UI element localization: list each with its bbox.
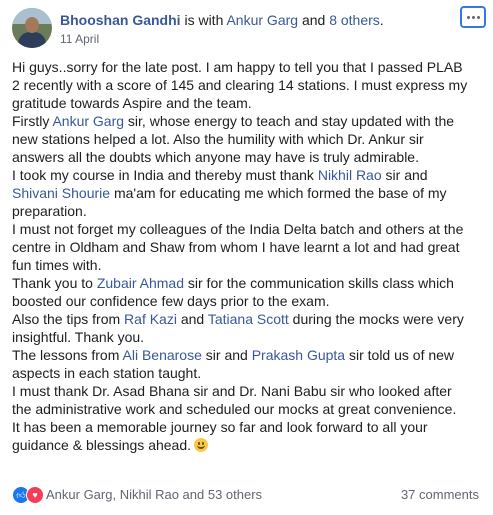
body-line: Firstly Ankur Garg sir, whose energy to … [12,113,455,129]
facebook-post: Bhooshan Gandhi is with Ankur Garg and 8… [0,0,493,515]
body-line: fun times with. [12,257,102,273]
author-name-link[interactable]: Bhooshan Gandhi [60,12,181,28]
post-footer: 👍︎ ♥ Ankur Garg, Nikhil Rao and 53 other… [12,484,481,504]
body-line: It has been a memorable journey so far a… [12,419,428,435]
header-text: Bhooshan Gandhi is with Ankur Garg and 8… [60,11,384,46]
body-line: Thank you to Zubair Ahmad sir for the co… [12,275,454,291]
post-date-link[interactable]: 11 April [60,32,384,46]
body-line: Hi guys..sorry for the late post. I am h… [12,59,463,75]
body-line: answers all the doubts which anyone may … [12,149,419,165]
body-line: The lessons from Ali Benarose sir and Pr… [12,347,455,363]
body-line: insightful. Thank you. [12,329,145,345]
mention-link[interactable]: Ali Benarose [123,347,202,363]
period-text: . [379,12,384,28]
reaction-icons[interactable]: 👍︎ ♥ [12,486,44,504]
more-options-button[interactable] [460,6,486,28]
tagged-others-link[interactable]: 8 others [329,12,380,28]
mention-link[interactable]: Raf Kazi [124,311,177,327]
post-header: Bhooshan Gandhi is with Ankur Garg and 8… [12,6,486,50]
body-line: preparation. [12,203,87,219]
is-with-text: is with [180,12,227,28]
mention-link[interactable]: Tatiana Scott [208,311,289,327]
body-line: I must thank Dr. Asad Bhana sir and Dr. … [12,383,452,399]
body-line: gratitude towards Aspire and the team. [12,95,252,111]
body-line: aspects in each station taught. [12,365,202,381]
tagged-user-link[interactable]: Ankur Garg [226,12,298,28]
body-line: Shivani Shourie ma'am for educating me w… [12,185,447,201]
reactors-link[interactable]: Ankur Garg, Nikhil Rao and 53 others [46,487,262,502]
body-line: I must not forget my colleagues of the I… [12,221,464,237]
body-line: Also the tips from Raf Kazi and Tatiana … [12,311,464,327]
more-options-icon [466,15,470,19]
body-line: I took my course in India and thereby mu… [12,167,428,183]
post-body: Hi guys..sorry for the late post. I am h… [12,58,492,454]
and-text: and [298,12,330,28]
mention-link[interactable]: Nikhil Rao [318,167,382,183]
body-line: new stations helped a lot. Also the humi… [12,131,424,147]
comments-count-link[interactable]: 37 comments [401,487,479,502]
author-avatar[interactable] [12,8,52,48]
love-reaction-icon: ♥ [26,486,44,504]
mention-link[interactable]: Zubair Ahmad [97,275,184,291]
smiley-emoji-icon [194,438,209,452]
body-line: boosted our confidence few days prior to… [12,293,330,309]
body-line: guidance & blessings ahead. [12,436,492,454]
post-attribution: Bhooshan Gandhi is with Ankur Garg and 8… [60,11,384,29]
body-line: the administrative work and scheduled ou… [12,401,457,417]
mention-link[interactable]: Ankur Garg [52,113,124,129]
body-line: centre in Oldham and Shaw from whom I ha… [12,239,460,255]
mention-link[interactable]: Prakash Gupta [252,347,345,363]
body-line: 2 recently with a score of 145 and clear… [12,77,468,93]
mention-link[interactable]: Shivani Shourie [12,185,110,201]
